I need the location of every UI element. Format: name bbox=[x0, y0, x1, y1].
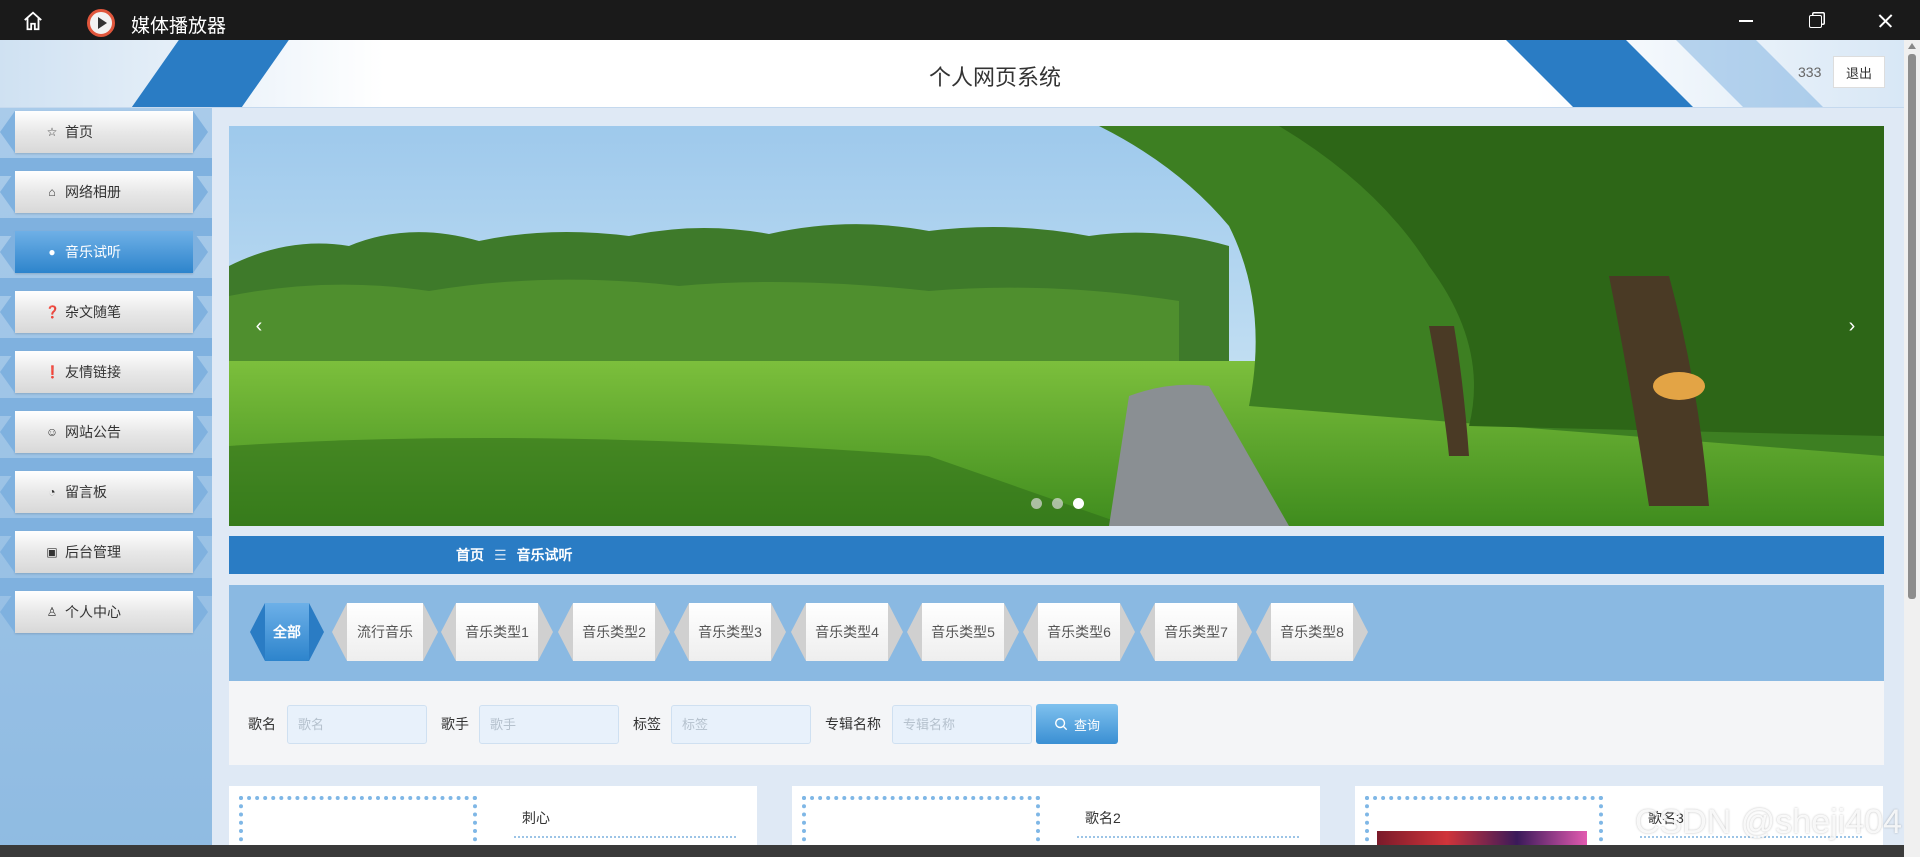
sidebar-item-0[interactable]: ☆ 首页 bbox=[0, 111, 208, 153]
category-tabs: 全部 流行音乐 音乐类型1 音乐类型2 音乐类型3 音乐类型4 音乐类型5 音乐类型6 音乐类型… bbox=[229, 585, 1884, 681]
sidebar-item-2[interactable]: ● 音乐试听 bbox=[0, 231, 208, 273]
banner-prev-arrow[interactable]: ‹ bbox=[249, 311, 269, 341]
song-name-input[interactable] bbox=[287, 705, 427, 744]
page-scrollbar[interactable] bbox=[1904, 40, 1920, 857]
home-icon[interactable] bbox=[22, 10, 44, 32]
category-tab-0[interactable]: 全部 bbox=[250, 603, 324, 661]
sidebar: ☆ 首页 ⌂ 网络相册 ● 音乐试听 ❓ 杂文随笔 ❗ 友情链接 ☺ 网站公告 ◔ 留言板 ▣ 后台管理 ♙ 个人… bbox=[0, 108, 212, 857]
banner-next-arrow[interactable]: › bbox=[1842, 311, 1862, 341]
category-tab-7[interactable]: 音乐类型6 bbox=[1023, 603, 1135, 661]
tag-input[interactable] bbox=[671, 705, 811, 744]
banner-carousel: ‹ › bbox=[229, 126, 1884, 526]
search-form: 歌名 歌手 标签 专辑名称 查询 bbox=[229, 681, 1884, 765]
question-circle-icon: ❓ bbox=[45, 305, 60, 319]
close-button[interactable] bbox=[1870, 8, 1900, 34]
search-button[interactable]: 查询 bbox=[1036, 704, 1118, 744]
search-button-label: 查询 bbox=[1073, 717, 1100, 733]
singer-input[interactable] bbox=[479, 705, 619, 744]
sidebar-item-1[interactable]: ⌂ 网络相册 bbox=[0, 171, 208, 213]
watermark: CSDN @sheji404 bbox=[1635, 803, 1902, 841]
briefcase-icon: ▣ bbox=[46, 545, 58, 559]
username: 333 bbox=[1798, 64, 1822, 80]
banner-dot[interactable] bbox=[1052, 498, 1063, 509]
sidebar-item-label: 留言板 bbox=[65, 484, 107, 500]
singer-label: 歌手 bbox=[441, 716, 469, 732]
album-label: 专辑名称 bbox=[825, 716, 881, 732]
logout-button[interactable]: 退出 bbox=[1833, 56, 1885, 88]
album-input[interactable] bbox=[892, 705, 1032, 744]
sidebar-item-label: 友情链接 bbox=[65, 364, 121, 380]
info-circle-icon: ❗ bbox=[45, 365, 60, 379]
song-label: 歌名 bbox=[248, 716, 276, 732]
breadcrumb: 首页 ☰ 音乐试听 bbox=[229, 536, 1884, 574]
sidebar-item-label: 音乐试听 bbox=[65, 244, 121, 260]
category-tab-4[interactable]: 音乐类型3 bbox=[674, 603, 786, 661]
breadcrumb-home-link[interactable]: 首页 bbox=[456, 545, 484, 565]
sidebar-item-6[interactable]: ◔ 留言板 bbox=[0, 471, 208, 513]
tag-label: 标签 bbox=[633, 716, 661, 732]
maximize-button[interactable] bbox=[1800, 8, 1830, 34]
info-circle-icon: ● bbox=[48, 245, 56, 259]
minimize-button[interactable] bbox=[1731, 8, 1761, 34]
breadcrumb-current: 音乐试听 bbox=[516, 547, 573, 563]
media-player-icon bbox=[87, 9, 115, 37]
scrollbar-thumb[interactable] bbox=[1908, 54, 1916, 599]
category-tab-1[interactable]: 流行音乐 bbox=[332, 603, 438, 661]
search-icon bbox=[1055, 718, 1068, 731]
banner-dot[interactable] bbox=[1073, 498, 1084, 509]
divider bbox=[514, 836, 736, 838]
sidebar-item-label: 网站公告 bbox=[65, 424, 121, 440]
sidebar-item-3[interactable]: ❓ 杂文随笔 bbox=[0, 291, 208, 333]
bag-icon: ⌂ bbox=[48, 185, 56, 199]
sidebar-item-label: 网络相册 bbox=[65, 184, 121, 200]
sidebar-item-label: 个人中心 bbox=[65, 604, 121, 620]
window-titlebar: 媒体播放器 bbox=[0, 0, 1920, 40]
sidebar-item-5[interactable]: ☺ 网站公告 bbox=[0, 411, 208, 453]
sidebar-item-label: 后台管理 bbox=[65, 544, 121, 560]
category-tab-8[interactable]: 音乐类型7 bbox=[1140, 603, 1252, 661]
category-tab-6[interactable]: 音乐类型5 bbox=[907, 603, 1019, 661]
category-tab-3[interactable]: 音乐类型2 bbox=[558, 603, 670, 661]
sidebar-item-7[interactable]: ▣ 后台管理 bbox=[0, 531, 208, 573]
window-title: 媒体播放器 bbox=[131, 16, 227, 37]
scroll-up-arrow[interactable] bbox=[1908, 43, 1916, 49]
banner-image bbox=[229, 126, 1884, 526]
banner-indicators bbox=[1031, 498, 1084, 509]
sidebar-item-label: 杂文随笔 bbox=[65, 304, 121, 320]
sidebar-item-8[interactable]: ♙ 个人中心 bbox=[0, 591, 208, 633]
banner-dot[interactable] bbox=[1031, 498, 1042, 509]
song-title[interactable]: 歌名2 bbox=[1085, 808, 1121, 828]
user-icon: ♙ bbox=[46, 605, 58, 619]
song-title[interactable]: 刺心 bbox=[522, 808, 550, 828]
site-title: 个人网页系统 bbox=[928, 65, 1061, 90]
divider bbox=[1077, 836, 1299, 838]
breadcrumb-separator: ☰ bbox=[494, 546, 507, 563]
bottom-edge bbox=[0, 845, 1904, 857]
star-icon: ☆ bbox=[46, 125, 58, 139]
sidebar-item-4[interactable]: ❗ 友情链接 bbox=[0, 351, 208, 393]
site-header: 个人网页系统 333 退出 bbox=[0, 40, 1920, 108]
category-tab-9[interactable]: 音乐类型8 bbox=[1256, 603, 1368, 661]
smile-icon: ☺ bbox=[45, 425, 59, 439]
category-tab-2[interactable]: 音乐类型1 bbox=[441, 603, 553, 661]
category-tab-5[interactable]: 音乐类型4 bbox=[791, 603, 903, 661]
chat-icon: ◔ bbox=[48, 485, 56, 499]
sidebar-item-label: 首页 bbox=[65, 124, 93, 140]
